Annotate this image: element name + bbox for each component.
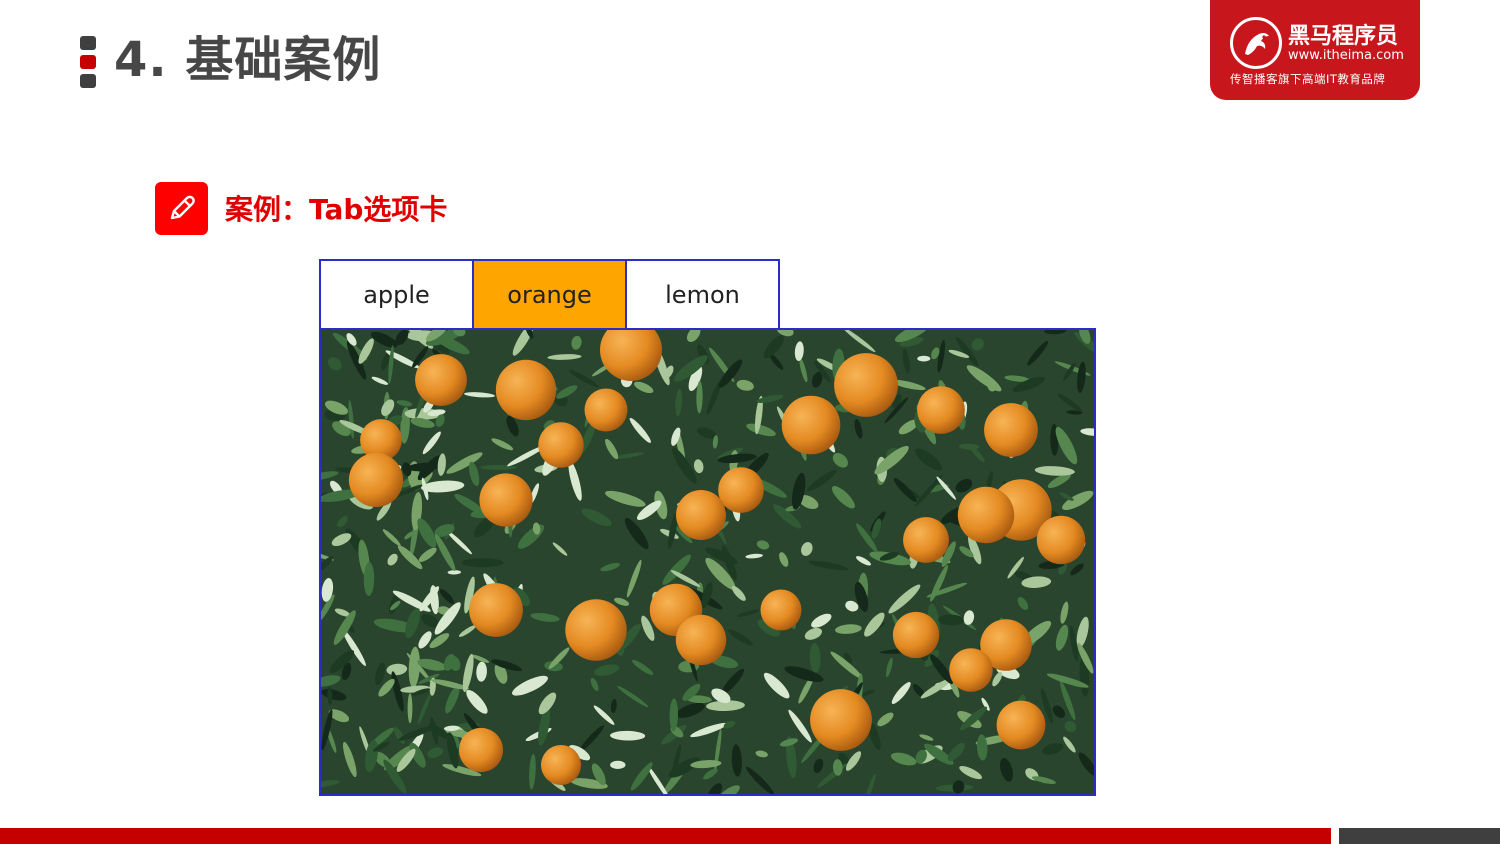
- tab-panel: [319, 328, 1096, 796]
- tab-orange[interactable]: orange: [472, 259, 627, 330]
- orange-tree-image: [321, 330, 1094, 794]
- section-title: 4. 基础案例: [114, 32, 382, 88]
- brand-url: www.itheima.com: [1288, 48, 1404, 63]
- pencil-icon: [155, 182, 208, 235]
- brand-logo: 黑马程序员 www.itheima.com 传智播客旗下高端IT教育品牌: [1210, 0, 1420, 100]
- case-title: 案例：Tab选项卡: [225, 193, 448, 226]
- footer-bar: [0, 828, 1331, 844]
- tab-bar: apple orange lemon: [319, 259, 780, 330]
- brand-name: 黑马程序员: [1288, 24, 1399, 49]
- brand-slogan: 传智播客旗下高端IT教育品牌: [1230, 72, 1386, 86]
- tab-lemon[interactable]: lemon: [625, 259, 780, 330]
- section-marker: [80, 36, 96, 88]
- horse-logo-icon: [1230, 17, 1282, 69]
- footer-bar-dark: [1339, 828, 1500, 844]
- tab-apple[interactable]: apple: [319, 259, 474, 330]
